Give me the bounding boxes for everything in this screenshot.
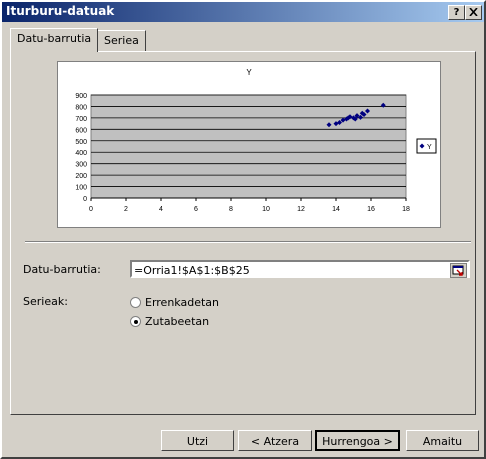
y-tick-label: 300: [75, 162, 87, 169]
x-tick-label: 14: [332, 206, 340, 213]
collapse-icon: [452, 265, 464, 276]
chart-svg: Y 0 100 200 300 400 500 600 700 800 900 0 2 4 6 8 10 12 14…: [75, 68, 437, 213]
data-range-value: =Orria1!$A$1:$B$25: [134, 264, 250, 277]
x-tick-label: 8: [229, 206, 233, 213]
divider: [25, 241, 471, 243]
data-range-input[interactable]: =Orria1!$A$1:$B$25: [130, 260, 470, 278]
range-label: Datu-barrutia:: [23, 263, 101, 276]
y-tick-label: 800: [75, 104, 87, 111]
close-icon: [469, 7, 478, 17]
chart-preview: Y 0 100 200 300 400 500 600 700 800 900 0 2 4 6 8 10 12 14…: [57, 61, 441, 228]
finish-button[interactable]: Amaitu: [406, 430, 479, 451]
plot-area: [90, 94, 407, 199]
columns-option-label[interactable]: Zutabeetan: [145, 315, 209, 328]
rows-option-label[interactable]: Errenkadetan: [145, 296, 219, 309]
source-data-dialog: Iturburu-datuak ? Datu-barrutia Seriea Y…: [0, 0, 486, 459]
x-tick-label: 10: [262, 206, 270, 213]
legend-label: Y: [427, 144, 432, 151]
y-tick-label: 900: [75, 93, 87, 100]
y-tick-label: 400: [75, 150, 87, 157]
y-tick-label: 0: [83, 196, 87, 203]
rows-radio[interactable]: [130, 297, 141, 308]
y-tick-label: 500: [75, 139, 87, 146]
x-tick-label: 2: [124, 206, 128, 213]
chart-title: Y: [246, 68, 252, 77]
x-tick-label: 0: [89, 206, 93, 213]
x-tick-label: 6: [194, 206, 198, 213]
radio-dot: [134, 320, 138, 324]
cancel-button[interactable]: Utzi: [161, 430, 234, 451]
close-button[interactable]: [465, 5, 482, 20]
title-bar: Iturburu-datuak ?: [2, 2, 484, 22]
tab-series[interactable]: Seriea: [97, 30, 146, 51]
tab-panel: Y 0 100 200 300 400 500 600 700 800 900 0 2 4 6 8 10 12 14…: [10, 51, 476, 415]
x-tick-label: 16: [367, 206, 375, 213]
back-button[interactable]: < Atzera: [238, 430, 312, 451]
x-tick-label: 12: [297, 206, 305, 213]
y-tick-label: 600: [75, 127, 87, 134]
x-tick-label: 18: [402, 206, 410, 213]
tab-data-range[interactable]: Datu-barrutia: [10, 28, 99, 52]
collapse-dialog-button[interactable]: [450, 263, 467, 278]
x-tick-label: 4: [159, 206, 163, 213]
next-button[interactable]: Hurrengoa >: [315, 430, 400, 451]
help-button[interactable]: ?: [448, 5, 465, 20]
series-in-label: Serieak:: [23, 295, 68, 308]
y-tick-label: 700: [75, 116, 87, 123]
columns-radio[interactable]: [130, 316, 141, 327]
y-tick-label: 100: [75, 185, 87, 192]
window-title: Iturburu-datuak: [6, 4, 115, 18]
y-tick-label: 200: [75, 173, 87, 180]
